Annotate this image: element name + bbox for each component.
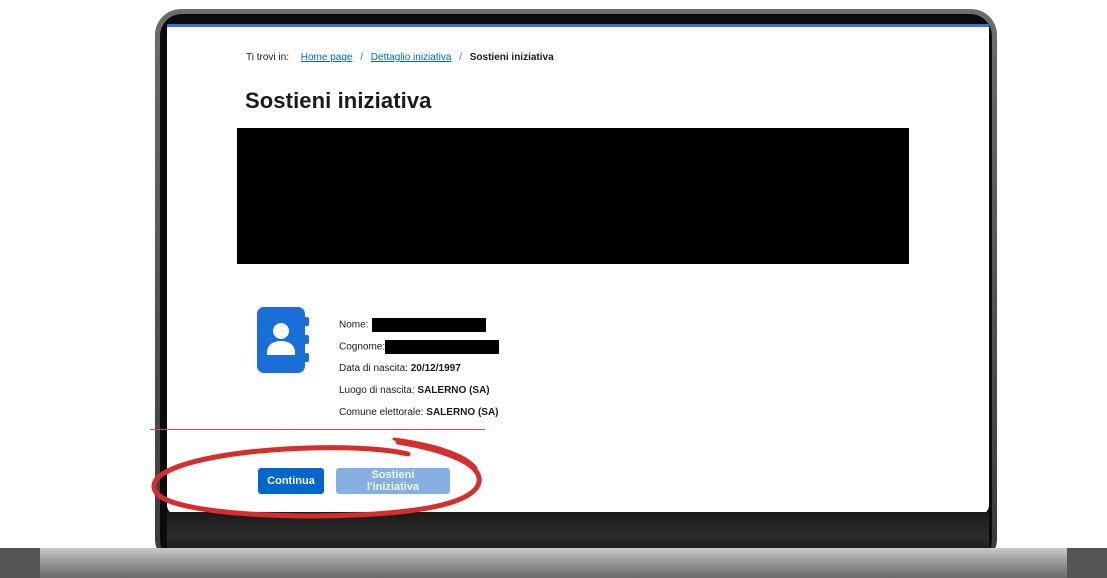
birth-place-value: SALERNO (SA) xyxy=(417,385,490,396)
contact-book-icon xyxy=(257,307,309,373)
section-divider xyxy=(150,429,485,430)
birth-place-row: Luogo di nascita: SALERNO (SA) xyxy=(339,384,499,406)
redacted-name-value xyxy=(372,318,487,332)
surname-label: Cognome: xyxy=(339,341,386,353)
page-title: Sostieni iniziativa xyxy=(245,88,432,113)
breadcrumb-current: Sostieni iniziativa xyxy=(469,52,554,63)
redacted-surname-value xyxy=(385,340,500,354)
support-initiative-button[interactable]: Sostieni l'iniziativa xyxy=(336,468,450,494)
electoral-municipality-label: Comune elettorale: xyxy=(339,407,424,418)
laptop-base-edge-left xyxy=(0,548,40,578)
name-row: Nome: xyxy=(339,318,499,340)
electoral-municipality-row: Comune elettorale: SALERNO (SA) xyxy=(339,406,499,428)
breadcrumb-separator: / xyxy=(459,52,462,63)
electoral-municipality-value: SALERNO (SA) xyxy=(426,407,499,418)
laptop-base-edge-right xyxy=(1067,548,1107,578)
breadcrumb-link-dettaglio[interactable]: Dettaglio iniziativa xyxy=(371,52,452,63)
breadcrumb-separator: / xyxy=(360,52,364,63)
birth-date-row: Data di nascita: 20/12/1997 xyxy=(339,362,499,384)
laptop-base xyxy=(0,548,1107,578)
name-label: Nome: xyxy=(339,319,369,331)
surname-row: Cognome: xyxy=(339,340,500,362)
continue-button[interactable]: Continua xyxy=(258,468,324,494)
birth-date-label: Data di nascita: xyxy=(339,363,408,374)
breadcrumb-link-home[interactable]: Home page xyxy=(301,52,353,63)
profile-info: Nome: Cognome: Data di nascita: 20/12/19… xyxy=(339,318,500,428)
breadcrumb: Ti trovi in: Home page / Dettaglio inizi… xyxy=(246,52,554,63)
breadcrumb-prefix: Ti trovi in: xyxy=(246,52,289,63)
birth-place-label: Luogo di nascita: xyxy=(339,385,415,396)
birth-date-value: 20/12/1997 xyxy=(410,363,461,374)
redacted-content-block xyxy=(237,128,909,264)
